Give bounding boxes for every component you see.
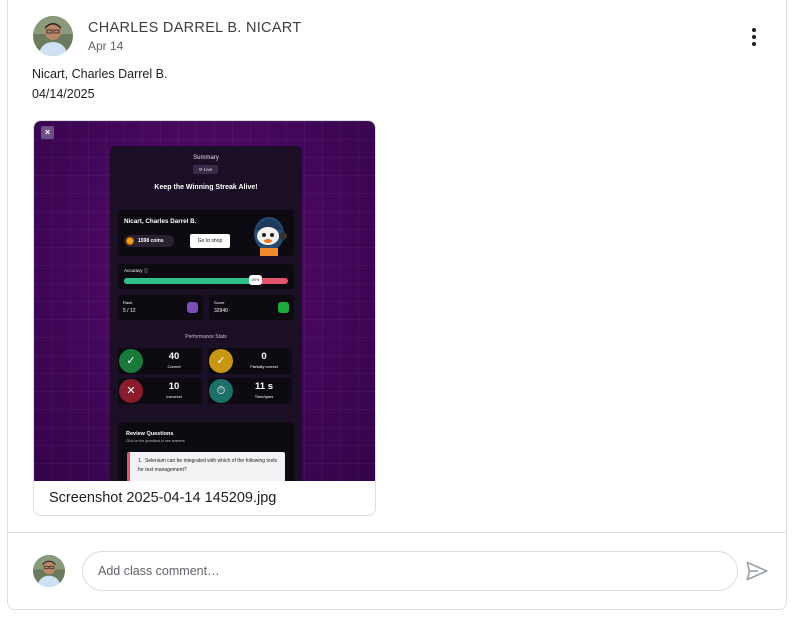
stat-correct: ✓ 40 Correct [118, 348, 202, 374]
more-options-icon[interactable] [739, 22, 769, 52]
star-icon [278, 302, 289, 313]
mascot-icon [254, 217, 287, 256]
accuracy-bar-fill [124, 278, 256, 284]
send-icon[interactable] [744, 558, 770, 584]
attachment-filename[interactable]: Screenshot 2025-04-14 145209.jpg [34, 481, 375, 515]
stream-post-card: CHARLES DARREL B. NICART Apr 14 Nicart, … [7, 0, 787, 610]
preview-coins: 1598 coins [124, 235, 174, 247]
comment-divider [8, 532, 786, 533]
preview-summary: Summary [193, 155, 219, 161]
post-body-date: 04/14/2025 [32, 87, 95, 101]
class-comment-input[interactable] [82, 551, 738, 591]
coin-icon [126, 237, 134, 245]
preview-question: 1. Selenium can be integrated with which… [127, 452, 285, 481]
rank-icon [187, 302, 198, 313]
attachment-card[interactable]: × Summary ⟳ Live Keep the Winning Streak… [33, 120, 376, 516]
timer-icon: ⏱ [209, 379, 233, 403]
preview-name: Nicart, Charles Darrel B. [124, 218, 197, 225]
preview-user-card: Nicart, Charles Darrel B. 1598 coins Go … [118, 210, 294, 256]
user-avatar [33, 555, 65, 587]
post-body-name: Nicart, Charles Darrel B. [32, 67, 168, 81]
preview-accuracy: Accuracy ⓘ 80% [118, 264, 294, 289]
preview-review: Review Questions Click on the questions … [118, 422, 294, 481]
check-icon: ✓ [209, 349, 233, 373]
accuracy-bar [124, 278, 288, 284]
preview-shop-button: Go to shop [190, 234, 230, 248]
preview-rank: Rank 5 / 12 [118, 295, 203, 320]
stat-time: ⏱ 11 s Time/ques [208, 378, 292, 404]
preview-live-badge: ⟳ Live [193, 165, 218, 174]
attachment-thumbnail: × Summary ⟳ Live Keep the Winning Streak… [34, 121, 375, 481]
preview-perf-title: Performance Stats [185, 334, 227, 340]
post-author-name: CHARLES DARREL B. NICART [88, 20, 302, 36]
author-avatar[interactable] [33, 16, 73, 56]
stat-incorrect: ✕ 10 Incorrect [118, 378, 202, 404]
stat-partial: ✓ 0 Partially correct [208, 348, 292, 374]
preview-accuracy-label: Accuracy ⓘ [124, 268, 149, 273]
post-date: Apr 14 [88, 39, 124, 53]
accuracy-value: 80% [249, 275, 263, 285]
cross-icon: ✕ [119, 379, 143, 403]
quiz-summary-preview: Summary ⟳ Live Keep the Winning Streak A… [110, 146, 302, 481]
preview-score: Score 32940 [209, 295, 294, 320]
check-icon: ✓ [119, 349, 143, 373]
close-icon: × [41, 126, 54, 139]
preview-headline: Keep the Winning Streak Alive! [154, 184, 258, 191]
